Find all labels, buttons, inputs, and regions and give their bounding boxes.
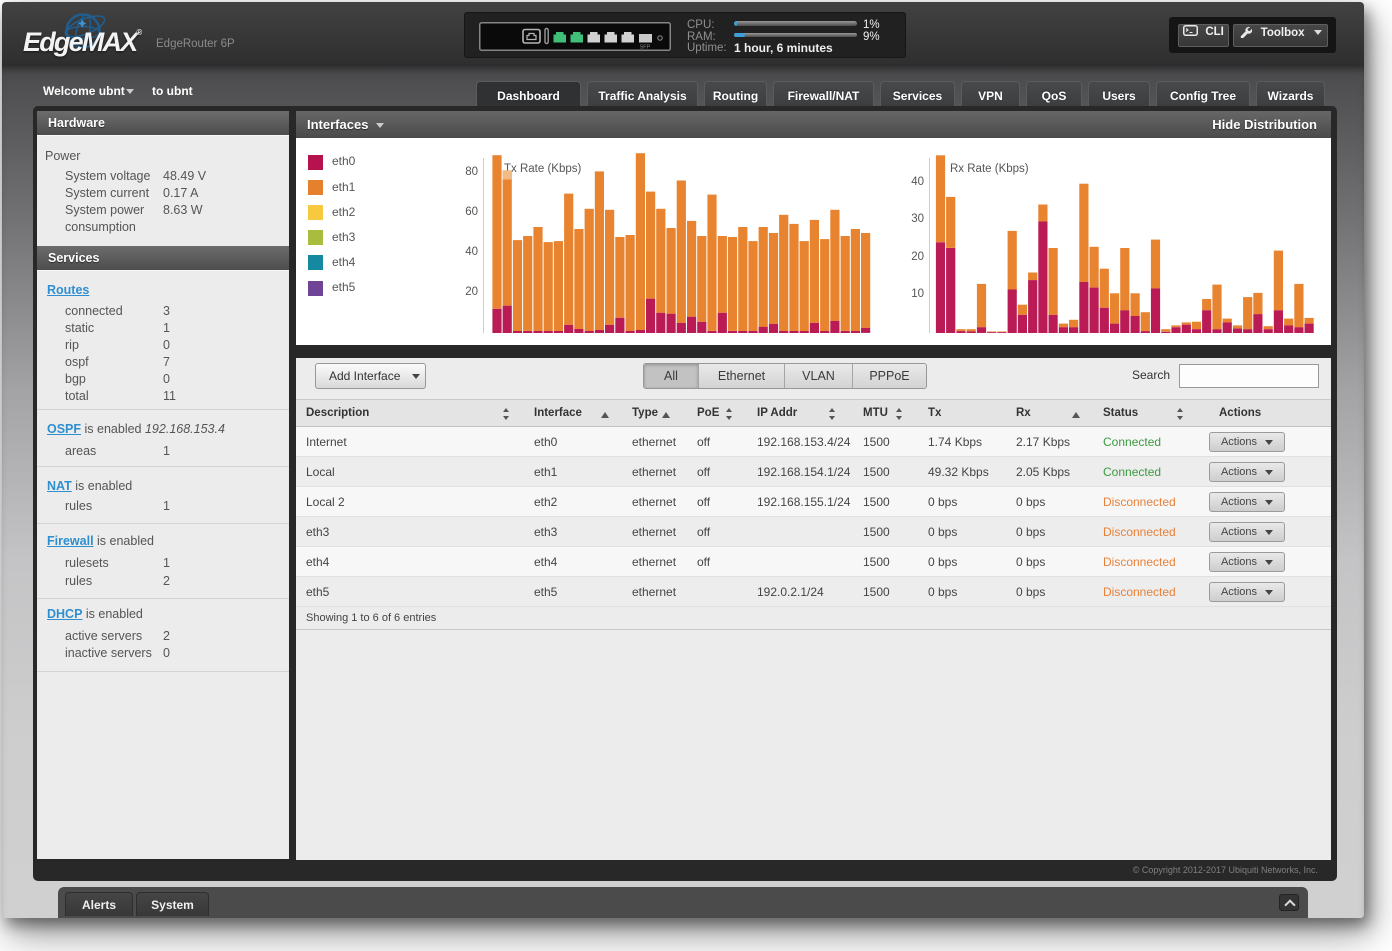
svg-text:SFP: SFP: [640, 45, 651, 51]
